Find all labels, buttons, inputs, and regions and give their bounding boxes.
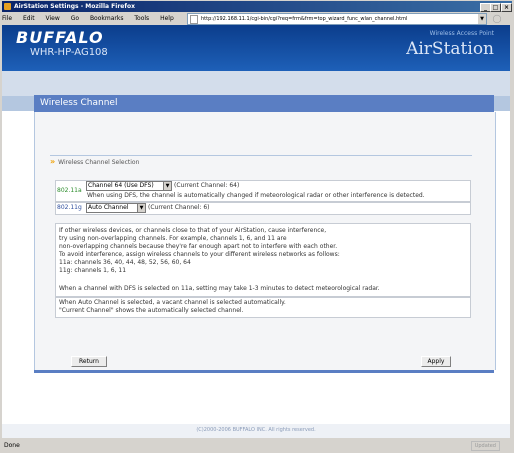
menu-edit[interactable]: Edit <box>23 15 35 22</box>
description-line: To avoid interference, assign wireless c… <box>59 251 340 258</box>
description-line: non-overlapping channels because they're… <box>59 243 338 250</box>
menu-bookmarks[interactable]: Bookmarks <box>90 15 124 22</box>
description-box: If other wireless devices, or channels c… <box>55 223 471 297</box>
band-a-row: 802.11a Channel 64 (Use DFS) ▼ (Current … <box>55 180 471 202</box>
status-bar: Done Updated <box>2 439 512 452</box>
menu-help[interactable]: Help <box>160 15 174 22</box>
menu-file[interactable]: File <box>2 15 12 22</box>
header-banner: BUFFALO WHR-HP-AG108 Wireless Access Poi… <box>2 25 510 71</box>
description-line: try using non-overlapping channels. For … <box>59 235 287 242</box>
return-button[interactable]: Return <box>71 356 107 367</box>
nav-band <box>2 71 510 96</box>
model-name: WHR-HP-AG108 <box>30 47 108 58</box>
panel-title-text: Wireless Channel <box>40 98 118 108</box>
section-heading: » Wireless Channel Selection <box>50 157 139 166</box>
description-line: When a channel with DFS is selected on 1… <box>59 285 380 292</box>
wap-label: Wireless Access Point <box>429 30 494 37</box>
close-button[interactable]: × <box>501 3 512 12</box>
description-line: 11g: channels 1, 6, 11 <box>59 267 127 274</box>
dfs-note: When using DFS, the channel is automatic… <box>87 192 425 199</box>
browser-window: AirStation Settings - Mozilla Firefox _ … <box>0 0 514 453</box>
firefox-icon <box>4 3 11 10</box>
auto-channel-note: When Auto Channel is selected, a vacant … <box>55 297 471 318</box>
product-name: AirStation <box>406 39 494 59</box>
copyright: (C)2000-2006 BUFFALO INC. All rights res… <box>196 427 316 433</box>
band-a-channel-select[interactable]: Channel 64 (Use DFS) ▼ <box>86 181 172 191</box>
band-g-channel-select[interactable]: Auto Channel ▼ <box>86 203 146 213</box>
band-a-label: 802.11a <box>57 187 82 194</box>
page-icon <box>190 15 198 24</box>
update-indicator: Updated <box>470 441 500 451</box>
band-g-row: 802.11g Auto Channel ▼ (Current Channel:… <box>55 202 471 215</box>
page-footer: (C)2000-2006 BUFFALO INC. All rights res… <box>2 424 510 438</box>
band-g-label: 802.11g <box>57 204 82 211</box>
auto-note-line: "Current Channel" shows the automaticall… <box>59 307 244 314</box>
menu-go[interactable]: Go <box>71 15 79 22</box>
chevron-down-icon[interactable]: ▼ <box>137 204 145 212</box>
menu-tools[interactable]: Tools <box>134 15 149 22</box>
address-bar[interactable]: http://192.168.11.1/cgi-bin/cgi?req=frm&… <box>187 13 487 25</box>
window-title: AirStation Settings - Mozilla Firefox <box>14 3 135 10</box>
band-g-current-channel: (Current Channel: 6) <box>148 204 210 211</box>
double-arrow-icon: » <box>50 157 56 166</box>
band-a-current-channel: (Current Channel: 64) <box>174 182 240 189</box>
chevron-down-icon[interactable]: ▼ <box>163 182 171 190</box>
band-g-channel-value: Auto Channel <box>88 204 129 211</box>
section-title: Wireless Channel Selection <box>58 159 140 166</box>
status-text: Done <box>4 442 20 449</box>
maximize-button[interactable]: □ <box>490 3 501 12</box>
description-line: 11a: channels 36, 40, 44, 48, 52, 56, 60… <box>59 259 191 266</box>
address-url[interactable]: http://192.168.11.1/cgi-bin/cgi?req=frm&… <box>201 16 407 22</box>
panel-title: Wireless Channel <box>34 95 494 112</box>
go-button-icon[interactable]: ◯ <box>491 13 503 24</box>
address-dropdown-icon[interactable]: ▼ <box>478 14 486 24</box>
apply-button[interactable]: Apply <box>421 356 451 367</box>
auto-note-line: When Auto Channel is selected, a vacant … <box>59 299 286 306</box>
band-a-channel-value: Channel 64 (Use DFS) <box>88 182 154 189</box>
menu-view[interactable]: View <box>46 15 60 22</box>
buffalo-logo: BUFFALO <box>16 28 104 47</box>
title-bar: AirStation Settings - Mozilla Firefox _ … <box>2 1 512 12</box>
section-divider <box>50 155 472 156</box>
panel-bottom-rule <box>34 370 494 373</box>
description-line: If other wireless devices, or channels c… <box>59 227 327 234</box>
